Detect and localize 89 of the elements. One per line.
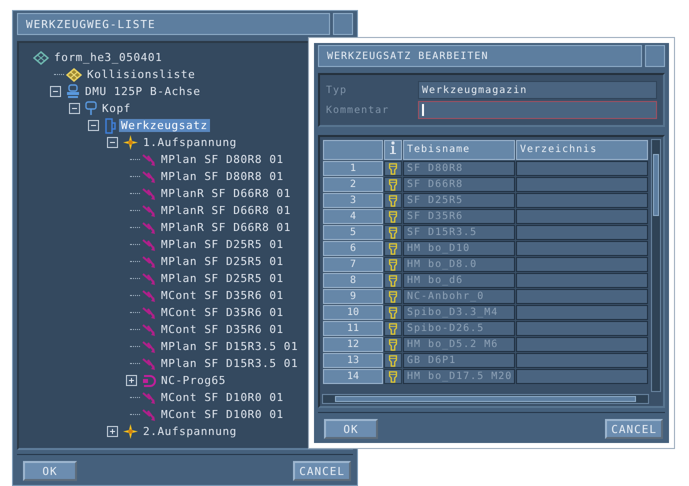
tree-item[interactable]: NC-Prog65 bbox=[159, 374, 228, 387]
field-label: Typ bbox=[326, 84, 348, 96]
table-cell: SF D80R8 bbox=[403, 161, 515, 176]
table-cell: SF D15R3.5 bbox=[403, 225, 515, 240]
field-label: Kommentar bbox=[326, 104, 390, 116]
tree-item[interactable]: MCont SF D35R6 01 bbox=[159, 289, 286, 302]
tree-item[interactable]: Kopf bbox=[100, 102, 133, 115]
tree-item[interactable]: MPlan SF D25R5 01 bbox=[159, 255, 286, 268]
zigzag-arrow-icon bbox=[142, 222, 155, 234]
tool-holder-icon bbox=[388, 274, 398, 286]
tool-holder-icon bbox=[388, 194, 398, 206]
tool-holder-icon bbox=[388, 226, 398, 238]
tool-holder-icon bbox=[388, 290, 398, 302]
tool-holder-icon bbox=[388, 210, 398, 222]
expand-toggle[interactable] bbox=[50, 86, 61, 97]
tree-item[interactable]: MCont SF D35R6 01 bbox=[159, 323, 286, 336]
zigzag-arrow-icon bbox=[142, 324, 155, 336]
tool-holder-icon bbox=[388, 178, 398, 190]
diamond-icon bbox=[66, 68, 82, 82]
input-field[interactable]: Werkzeugmagazin bbox=[418, 81, 657, 99]
tree-item[interactable]: MPlan SF D15R3.5 01 bbox=[159, 340, 300, 353]
expand-toggle[interactable] bbox=[69, 103, 80, 114]
expand-toggle[interactable] bbox=[88, 120, 99, 131]
tree-item[interactable]: 2.Aufspannung bbox=[141, 425, 239, 438]
table-cell: HM bo_D10 bbox=[403, 241, 515, 256]
tool-holder-icon bbox=[388, 306, 398, 318]
window-title: WERKZEUGSATZ BEARBEITEN bbox=[318, 45, 642, 67]
table-cell: HM bo_D17.5 M20 bbox=[403, 369, 515, 384]
info-icon bbox=[390, 141, 396, 154]
tree-item[interactable]: DMU 125P B-Achse bbox=[83, 85, 203, 98]
tree-item[interactable]: 1.Aufspannung bbox=[141, 136, 239, 149]
tree-item[interactable]: MCont SF D35R6 01 bbox=[159, 306, 286, 319]
tree-item[interactable]: MPlanR SF D66R8 01 bbox=[159, 221, 294, 234]
zigzag-arrow-icon bbox=[142, 238, 155, 250]
tool-holder-icon bbox=[388, 354, 398, 366]
zigzag-arrow-icon bbox=[142, 272, 155, 284]
diamond-icon bbox=[33, 50, 49, 64]
machine-icon bbox=[67, 84, 79, 98]
table-cell: NC-Anbohr_0 bbox=[403, 289, 515, 304]
tree-item[interactable]: Kollisionsliste bbox=[85, 68, 198, 81]
table-cell: SF D35R6 bbox=[403, 209, 515, 224]
expand-toggle[interactable] bbox=[107, 137, 118, 148]
table-cell: Spibo_D3.3_M4 bbox=[403, 305, 515, 320]
table-cell: SF D25R5 bbox=[403, 193, 515, 208]
tree-item[interactable]: MPlanR SF D66R8 01 bbox=[159, 204, 294, 217]
tree-item[interactable]: MPlan SF D80R8 01 bbox=[159, 170, 286, 183]
tool-holder-icon bbox=[388, 162, 398, 174]
zigzag-arrow-icon bbox=[142, 256, 155, 268]
tool-holder-icon bbox=[388, 258, 398, 270]
zigzag-arrow-icon bbox=[142, 204, 155, 216]
horizontal-scrollbar[interactable] bbox=[322, 394, 649, 404]
expand-toggle[interactable] bbox=[126, 375, 137, 386]
zigzag-arrow-icon bbox=[142, 188, 155, 200]
tool-holder-icon bbox=[105, 118, 116, 134]
table-cell: HM bo_D8.0 bbox=[403, 257, 515, 272]
zigzag-arrow-icon bbox=[142, 170, 155, 182]
tree-item[interactable]: MCont SF D10R0 01 bbox=[159, 391, 286, 404]
zigzag-arrow-icon bbox=[142, 392, 155, 404]
tool-holder-icon bbox=[388, 322, 398, 334]
zigzag-arrow-icon bbox=[142, 358, 155, 370]
table-cell: Spibo-D26.5 bbox=[403, 321, 515, 336]
tree-item[interactable]: MPlan SF D25R5 01 bbox=[159, 238, 286, 251]
input-field[interactable] bbox=[418, 101, 657, 119]
spindle-icon bbox=[85, 101, 97, 115]
tool-holder-icon bbox=[388, 242, 398, 254]
zigzag-arrow-icon bbox=[142, 306, 155, 318]
zigzag-arrow-icon bbox=[142, 408, 155, 420]
table-cell: GB D6P1 bbox=[403, 353, 515, 368]
program-icon bbox=[143, 374, 156, 386]
tool-holder-icon bbox=[388, 338, 398, 350]
zigzag-arrow-icon bbox=[142, 340, 155, 352]
tree-item[interactable]: MPlan SF D25R5 01 bbox=[159, 272, 286, 285]
tree-item[interactable]: MPlan SF D15R3.5 01 bbox=[159, 357, 300, 370]
window-title: WERKZEUGWEG-LISTE bbox=[17, 13, 330, 35]
expand-toggle[interactable] bbox=[107, 426, 118, 437]
tree-item[interactable]: Werkzeugsatz bbox=[119, 119, 210, 132]
table-cell: HM bo_d6 bbox=[403, 273, 515, 288]
tree-item[interactable]: MPlan SF D80R8 01 bbox=[159, 153, 286, 166]
vertical-scrollbar[interactable] bbox=[651, 139, 661, 392]
crosshair-icon bbox=[123, 424, 138, 439]
tree-item[interactable]: form_he3_050401 bbox=[52, 51, 164, 64]
tool-holder-icon bbox=[388, 370, 398, 382]
zigzag-arrow-icon bbox=[142, 290, 155, 302]
crosshair-icon bbox=[123, 135, 138, 150]
tree-item[interactable]: MCont SF D10R0 01 bbox=[159, 408, 286, 421]
tree-item[interactable]: MPlanR SF D66R8 01 bbox=[159, 187, 294, 200]
table-cell: SF D66R8 bbox=[403, 177, 515, 192]
table-cell: HM bo_D5.2 M6 bbox=[403, 337, 515, 352]
zigzag-arrow-icon bbox=[142, 154, 155, 166]
